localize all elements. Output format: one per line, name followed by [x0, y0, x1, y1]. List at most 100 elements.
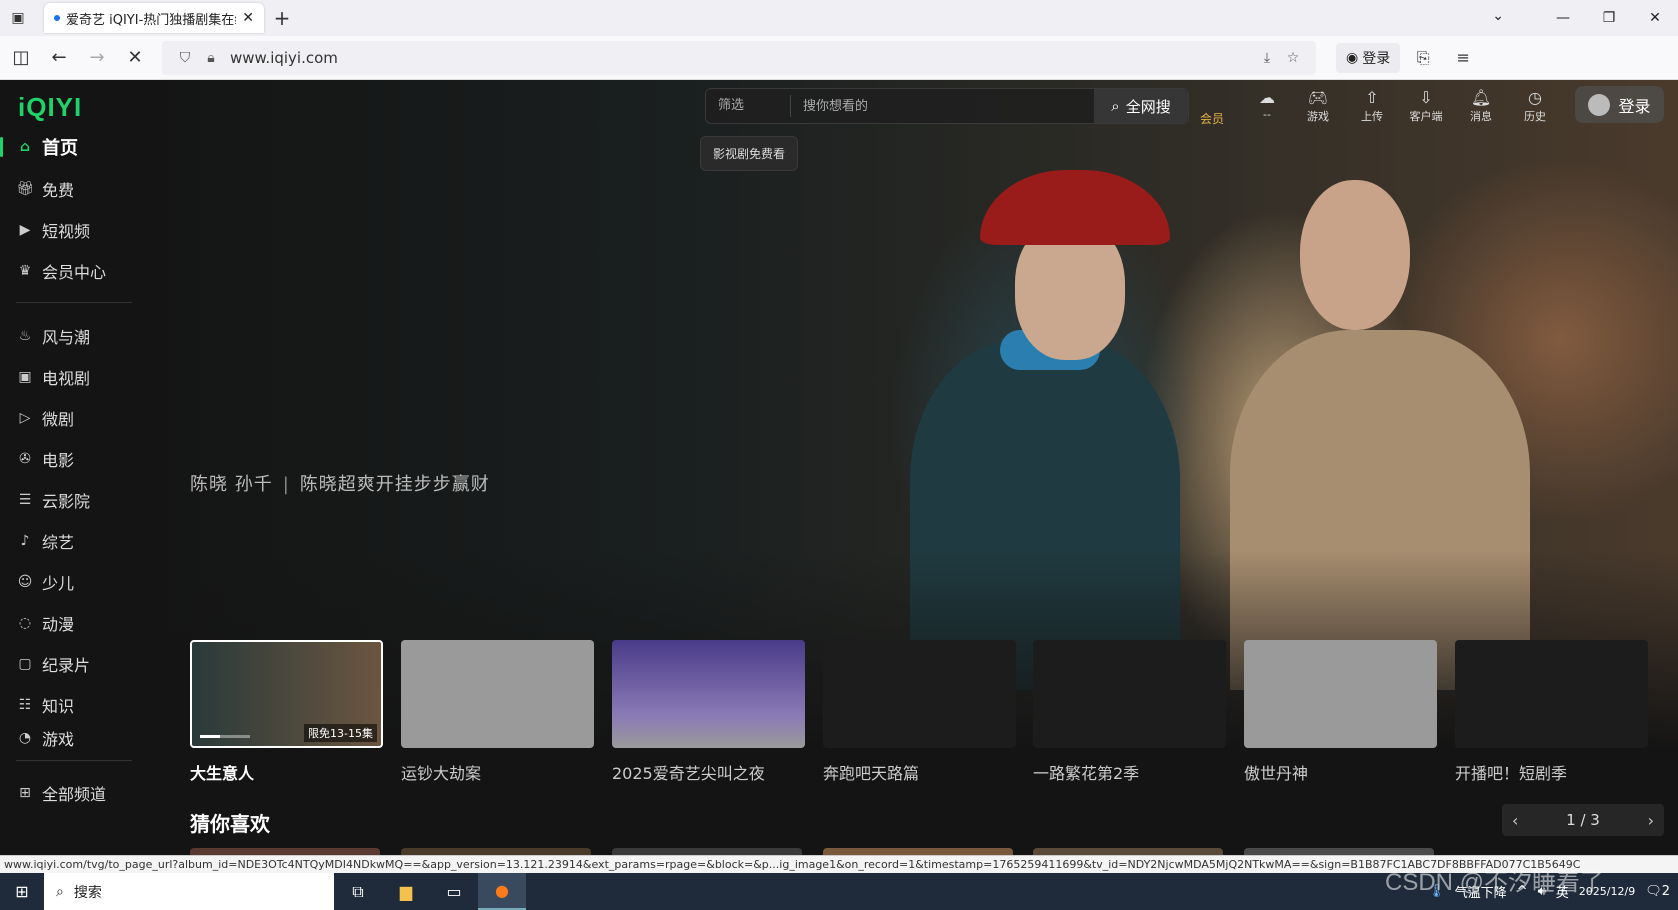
- sidebar-item-vip-center[interactable]: ♛ 会员中心: [0, 255, 140, 287]
- sidebar-item-tv[interactable]: ▣ 电视剧: [0, 361, 140, 393]
- header-upload-button[interactable]: ⇧ 上传: [1350, 86, 1394, 124]
- sidebar-item-label: 免费: [42, 181, 75, 200]
- recommend-card[interactable]: [612, 848, 802, 855]
- sidebar-item-micro-drama[interactable]: ▷ 微剧: [0, 402, 140, 434]
- back-icon[interactable]: ←: [42, 41, 76, 75]
- sidebar-item-movie[interactable]: ✇ 电影: [0, 443, 140, 475]
- carousel-title[interactable]: 2025爱奇艺尖叫之夜: [612, 760, 765, 784]
- recommend-card[interactable]: [1033, 848, 1223, 855]
- cloud-cinema-icon: ☰: [18, 492, 32, 508]
- sidebar-item-knowledge[interactable]: ☷ 知识: [0, 689, 140, 721]
- header-game-button[interactable]: 🎮︎ 游戏: [1296, 86, 1340, 124]
- sidebar-item-documentary[interactable]: ▢ 纪录片: [0, 648, 140, 680]
- carousel-thumb[interactable]: [1455, 640, 1648, 748]
- browser-account-button[interactable]: ◉ 登录: [1336, 42, 1401, 73]
- iqiyi-logo[interactable]: iQIYI: [18, 92, 82, 123]
- home-icon: ⌂: [19, 139, 31, 155]
- notification-count: 2: [1661, 884, 1670, 899]
- tab-list-icon[interactable]: ▣: [0, 0, 36, 36]
- gift-icon: 🎁︎: [16, 181, 34, 197]
- sidebar-item-label: 微剧: [42, 410, 75, 429]
- carousel-title[interactable]: 傲世丹神: [1244, 760, 1308, 784]
- hero-figure-right-face: [1300, 180, 1410, 330]
- extensions-icon[interactable]: ⎘: [1406, 48, 1440, 68]
- search-all-button[interactable]: ⌕ 全网搜: [1094, 89, 1188, 123]
- recommend-card[interactable]: [1244, 848, 1434, 855]
- sidebar-item-trend[interactable]: ♨ 风与潮: [0, 320, 140, 352]
- hero-figure-hat: [980, 170, 1170, 245]
- search-input[interactable]: [791, 89, 1094, 123]
- sidebar-item-all-channels[interactable]: ⊞ 全部频道: [0, 777, 140, 809]
- carousel-thumb[interactable]: [612, 640, 805, 748]
- firefox-icon[interactable]: ●: [478, 873, 526, 910]
- carousel-thumb[interactable]: 限免13-15集: [190, 640, 383, 748]
- sidebar-item-label: 少儿: [42, 574, 75, 593]
- carousel-thumb[interactable]: [401, 640, 594, 748]
- bookmark-star-icon[interactable]: ☆: [1280, 50, 1306, 66]
- thumb-badge: 限免13-15集: [304, 724, 377, 742]
- tv-icon: ▣: [18, 369, 32, 385]
- hero-caption[interactable]: 陈晓 孙千 | 陈晓超爽开挂步步赢财: [190, 470, 490, 496]
- carousel-title[interactable]: 开播吧！短剧季: [1455, 760, 1567, 784]
- sidebar-item-home[interactable]: ⌂ 首页: [0, 131, 140, 163]
- recommend-card[interactable]: [823, 848, 1013, 855]
- carousel-thumb[interactable]: [823, 640, 1016, 748]
- url-bar[interactable]: ⛉ 🔒︎ www.iqiyi.com ⤓ ☆: [162, 40, 1316, 75]
- sidebar-item-game[interactable]: ◔ 游戏: [0, 728, 140, 748]
- terminal-icon[interactable]: ▭: [430, 873, 478, 910]
- browser-tab[interactable]: 爱奇艺 iQIYI-热门独播剧集在线 ✕: [44, 3, 264, 33]
- carousel-title[interactable]: 奔跑吧天路篇: [823, 760, 919, 784]
- header-client-button[interactable]: ⇩ 客户端: [1404, 86, 1448, 124]
- upload-icon: ⇧: [1365, 87, 1379, 107]
- iqiyi-page: 陈晓 孙千 | 陈晓超爽开挂步步赢财 iQIYI ⌂ 首页 🎁︎ 免费 ▶ 短视频 …: [0, 80, 1678, 855]
- section-title: 猜你喜欢: [190, 812, 270, 836]
- carousel-thumb[interactable]: [1033, 640, 1226, 748]
- recommend-card[interactable]: [190, 848, 380, 855]
- header-message-button[interactable]: 🔔︎ 消息: [1459, 86, 1503, 124]
- search-filter-button[interactable]: 筛选: [706, 95, 791, 117]
- carousel-title[interactable]: 运钞大劫案: [401, 760, 481, 784]
- sidebar-item-free[interactable]: 🎁︎ 免费: [0, 173, 140, 205]
- new-tab-icon[interactable]: +: [264, 6, 300, 30]
- recommend-card[interactable]: [401, 848, 591, 855]
- header-icon-label: 历史: [1524, 110, 1546, 123]
- forward-icon[interactable]: →: [80, 41, 114, 75]
- lock-icon[interactable]: 🔒︎: [198, 50, 224, 66]
- sidebar-toggle-icon[interactable]: ◫: [4, 41, 38, 75]
- windows-start-icon[interactable]: ⊞: [0, 882, 44, 901]
- carousel-title[interactable]: 大生意人: [190, 760, 254, 784]
- task-view-icon[interactable]: ⧉: [334, 873, 382, 910]
- minimize-icon[interactable]: —: [1540, 0, 1586, 36]
- chevron-right-icon[interactable]: ›: [1648, 811, 1654, 830]
- vip-link[interactable]: 会员: [1200, 110, 1224, 127]
- save-page-icon[interactable]: ⤓: [1254, 50, 1280, 66]
- restore-icon[interactable]: ❐: [1586, 0, 1632, 36]
- header-icon-label: 上传: [1361, 110, 1383, 123]
- header-history-button[interactable]: ◷ 历史: [1513, 86, 1557, 124]
- tab-close-icon[interactable]: ✕: [242, 10, 254, 26]
- sidebar-item-anime[interactable]: ◌ 动漫: [0, 607, 140, 639]
- sidebar-item-variety[interactable]: ♪ 综艺: [0, 525, 140, 557]
- window-close-icon[interactable]: ✕: [1632, 0, 1678, 36]
- browser-login-label: 登录: [1362, 50, 1391, 67]
- url-text[interactable]: www.iqiyi.com: [230, 49, 1254, 67]
- sidebar-item-cloud-cinema[interactable]: ☰ 云影院: [0, 484, 140, 516]
- stop-icon[interactable]: ✕: [118, 41, 152, 75]
- sidebar-item-short-video[interactable]: ▶ 短视频: [0, 214, 140, 246]
- shield-icon[interactable]: ⛉: [172, 50, 198, 66]
- sidebar-item-kids[interactable]: ☺ 少儿: [0, 566, 140, 598]
- tab-overflow-chevron-icon[interactable]: ⌄: [1492, 8, 1504, 24]
- hero-cast: 陈晓 孙千: [190, 474, 273, 495]
- site-login-button[interactable]: 登录: [1575, 86, 1664, 123]
- gamepad-icon: 🎮︎: [1307, 87, 1329, 107]
- taskbar-search[interactable]: ⌕ 搜索: [44, 873, 334, 910]
- carousel-thumb[interactable]: [1244, 640, 1437, 748]
- carousel-title[interactable]: 一路繁花第2季: [1033, 760, 1139, 784]
- sidebar-item-label: 短视频: [42, 222, 91, 241]
- chevron-left-icon[interactable]: ‹: [1512, 811, 1518, 830]
- left-sidebar: iQIYI ⌂ 首页 🎁︎ 免费 ▶ 短视频 ♛ 会员中心 ♨ 风与潮 ▣ 电视…: [0, 80, 140, 855]
- header-cloud-button[interactable]: ☁ --: [1245, 86, 1289, 122]
- menu-icon[interactable]: ≡: [1446, 48, 1480, 67]
- notification-icon[interactable]: 🗨︎2: [1645, 884, 1670, 899]
- file-explorer-icon[interactable]: ▆: [382, 873, 430, 910]
